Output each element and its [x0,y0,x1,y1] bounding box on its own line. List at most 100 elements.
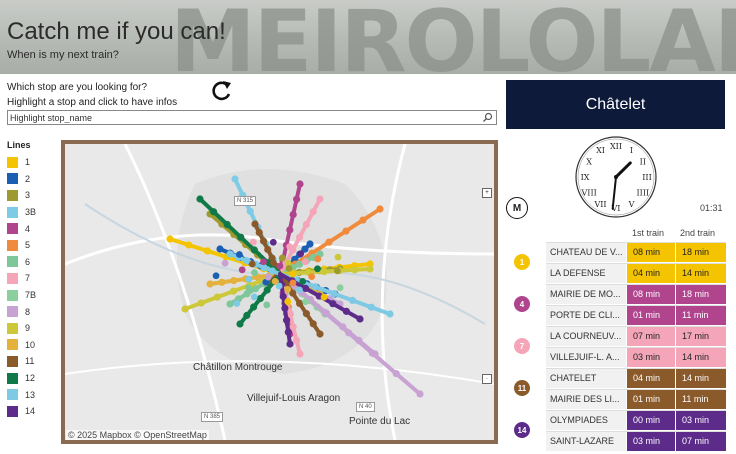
legend-item[interactable]: 5 [7,237,36,254]
line-badge: 11 [514,380,530,396]
metro-station-dot [181,305,189,313]
metro-station-dot [330,290,338,298]
metro-station-dot [325,238,333,246]
metro-station-dot [268,267,277,275]
second-train-cell: 07 min [676,432,726,451]
metro-station-dot [286,243,294,251]
legend-swatch [7,173,18,185]
legend-item[interactable]: 3 [7,187,36,204]
metro-station-dot [229,287,238,295]
search-icon[interactable] [482,112,493,123]
metro-station-dot [296,180,304,188]
metro-station-dot [278,254,286,262]
legend-swatch [7,256,18,268]
first-train-cell: 04 min [627,264,675,283]
stop-search-input[interactable] [10,111,470,124]
legend-item[interactable]: 7 [7,270,36,287]
second-train-cell: 18 min [676,243,726,262]
refresh-icon[interactable] [208,78,234,104]
metro-station-dot [309,208,317,216]
first-train-cell: 01 min [627,306,675,325]
metro-station-dot [276,262,284,270]
legend-item[interactable]: 6 [7,254,36,271]
map-label-pointe-du-lac: Pointe du Lac [349,416,411,427]
legend-item[interactable]: 9 [7,320,36,337]
metro-station-dot [246,207,254,215]
legend-item[interactable]: 1 [7,154,36,171]
metro-station-dot [333,267,341,275]
legend-swatch [7,189,18,201]
road-label: N 315 [234,196,257,206]
legend-swatch [7,405,18,417]
clock-numeral: IX [581,173,590,182]
legend-item[interactable]: 4 [7,220,36,237]
metro-station-dot [316,330,324,338]
metro-map[interactable]: Châtillon Montrouge Villejuif-Louis Arag… [61,140,498,444]
first-train-cell: 08 min [627,243,675,262]
metro-station-dot [263,301,271,309]
legend-label: 2 [25,173,31,184]
metro-station-dot [213,293,221,301]
map-pan-button[interactable]: · [482,374,492,384]
page-title: Catch me if you can! [7,18,226,45]
metro-station-dot [256,294,264,303]
metro-station-dot [230,277,238,285]
second-train-cell: 11 min [676,306,726,325]
destination-cell: LA COURNEUV... [546,327,626,346]
legend-label: 1 [25,157,31,168]
line-badge: 1 [514,254,530,270]
second-train-cell: 18 min [676,285,726,304]
metro-station-dot [311,283,319,291]
metro-station-dot [281,304,289,312]
legend-item[interactable]: 7B [7,287,36,304]
legend-swatch [7,156,18,168]
metro-station-dot [329,300,337,308]
second-train-cell: 03 min [676,411,726,430]
legend-label: 10 [25,339,36,350]
legend-item[interactable]: 12 [7,370,36,387]
legend-item[interactable]: 14 [7,403,36,420]
metro-station-dot [245,284,252,292]
metro-station-dot [238,266,246,274]
legend-item[interactable]: 13 [7,386,36,403]
column-header-first-train: 1st train [632,228,665,238]
legend-label: 13 [25,389,36,400]
legend-item[interactable]: 10 [7,337,36,354]
legend-item[interactable]: 11 [7,353,36,370]
clock-numeral: X [586,158,592,167]
column-header-second-train: 2nd train [680,228,716,238]
lines-legend: 1 2 3 3B 4 5 6 7 7B 8 9 10 11 12 13 14 [7,154,36,420]
metro-station-dot [231,175,239,183]
destination-cell: CHATELET [546,369,626,388]
metro-station-dot [296,350,304,358]
clock-numeral: III [642,173,651,182]
legend-item[interactable]: 3B [7,204,36,221]
legend-swatch [7,339,18,351]
metro-station-dot [289,211,297,219]
destination-cell: OLYMPIADES [546,411,626,430]
metro-station-dot [342,307,350,315]
map-zoom-button[interactable]: + [482,188,492,198]
metro-station-dot [251,269,258,277]
header-banner: MEIROLOLAIN Catch me if you can! When is… [0,0,736,74]
legend-label: 14 [25,406,36,417]
legend-item[interactable]: 2 [7,171,36,188]
metro-station-dot [286,226,294,234]
metro-station-dot [367,303,375,311]
stop-search-box[interactable] [7,110,497,125]
metro-station-dot [250,238,257,246]
metro-station-dot [206,280,214,288]
second-train-cell: 14 min [676,348,726,367]
destination-cell: MAIRIE DES LI... [546,390,626,409]
clock-numeral: IIII [637,189,650,198]
legend-label: 7 [25,273,31,284]
second-train-cell: 14 min [676,369,726,388]
metro-station-dot [284,328,292,336]
metro-station-dot [243,311,251,320]
legend-item[interactable]: 8 [7,303,36,320]
legend-label: 4 [25,223,31,234]
first-train-cell: 04 min [627,369,675,388]
metro-station-dot [296,286,303,294]
legend-swatch [7,239,18,251]
destination-cell: SAINT-LAZARE [546,432,626,451]
